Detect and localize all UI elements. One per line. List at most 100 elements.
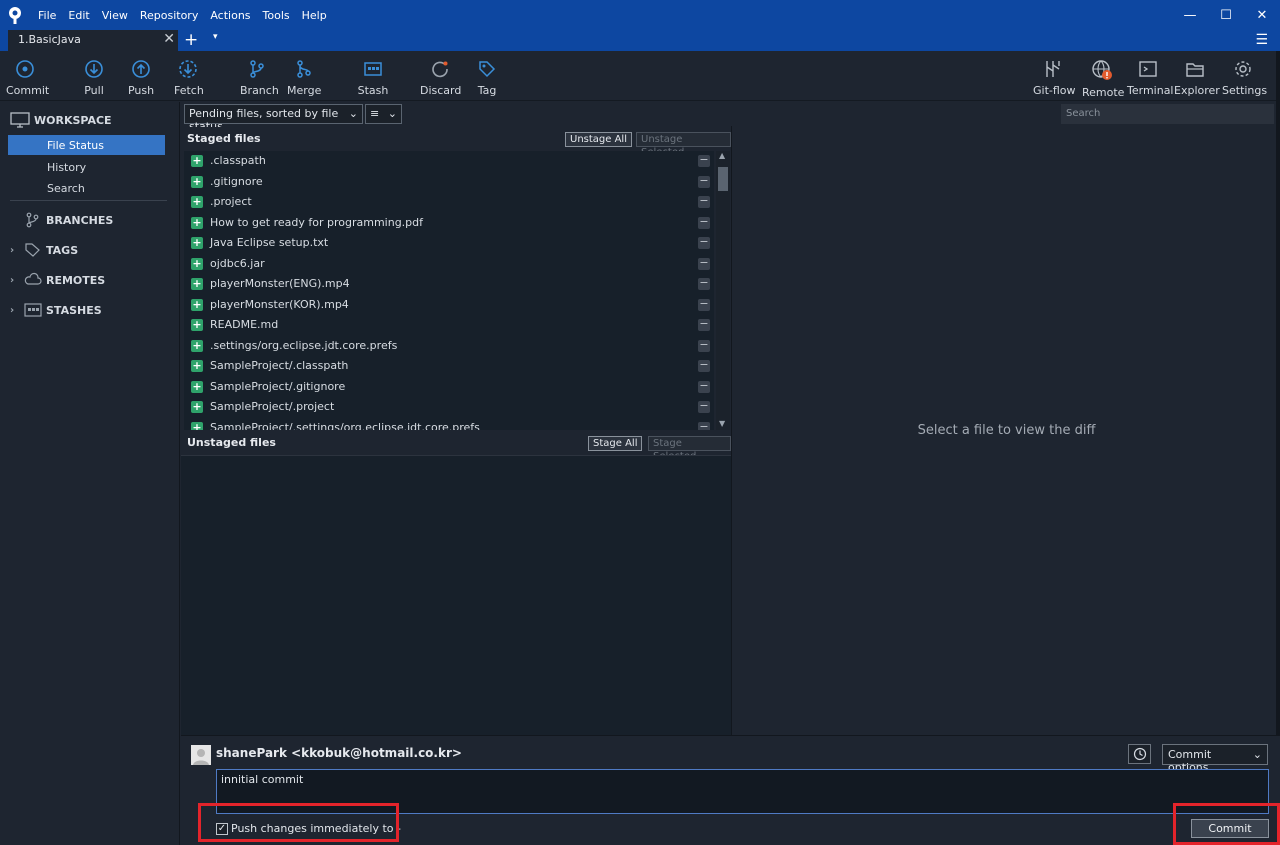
stage-selected-button[interactable]: Stage Selected bbox=[648, 436, 731, 462]
list-item[interactable]: + How to get ready for programming.pdf − bbox=[184, 213, 714, 233]
file-sort-dropdown[interactable]: Pending files, sorted by file status ⌄ bbox=[184, 104, 363, 133]
list-item[interactable]: + SampleProject/.settings/org.eclipse.jdt… bbox=[184, 418, 714, 431]
menu-bar: File Edit View Repository Actions Tools … bbox=[32, 9, 333, 22]
staged-scrollbar[interactable]: ▲ ▼ bbox=[716, 151, 730, 430]
branches-header[interactable]: BRANCHES bbox=[24, 212, 113, 228]
list-item[interactable]: + .project − bbox=[184, 192, 714, 212]
menu-edit[interactable]: Edit bbox=[62, 9, 95, 22]
unstage-file-icon[interactable]: − bbox=[698, 257, 710, 270]
added-status-icon: + bbox=[191, 236, 203, 249]
gitflow-button[interactable]: Git-flow bbox=[1033, 59, 1076, 97]
sidebar-item-search[interactable]: Search bbox=[8, 178, 165, 198]
tab-dropdown-icon[interactable]: ▾ bbox=[213, 32, 218, 42]
commit-history-button[interactable] bbox=[1128, 744, 1151, 764]
list-view-icon: ≡ bbox=[370, 107, 380, 120]
monitor-icon bbox=[10, 112, 30, 128]
list-item[interactable]: + .settings/org.eclipse.jdt.core.prefs − bbox=[184, 336, 714, 356]
scroll-thumb[interactable] bbox=[718, 167, 728, 191]
list-item[interactable]: + ojdbc6.jar − bbox=[184, 254, 714, 274]
highlight-push-option bbox=[198, 803, 399, 842]
chevron-right-icon: › bbox=[10, 304, 15, 316]
unstage-file-icon[interactable]: − bbox=[698, 216, 710, 229]
commit-options-dropdown[interactable]: Commit options... ⌄ bbox=[1162, 744, 1268, 774]
tag-button[interactable]: Tag bbox=[474, 59, 500, 97]
avatar bbox=[191, 745, 211, 765]
new-tab-button[interactable]: + bbox=[184, 30, 198, 50]
scroll-down-icon[interactable]: ▼ bbox=[719, 419, 725, 428]
unstage-file-icon[interactable]: − bbox=[698, 400, 710, 413]
unstage-file-icon[interactable]: − bbox=[698, 339, 710, 352]
view-mode-dropdown[interactable]: ≡ ⌄ bbox=[365, 104, 402, 124]
unstage-file-icon[interactable]: − bbox=[698, 195, 710, 208]
remotes-header[interactable]: › REMOTES bbox=[10, 272, 105, 288]
merge-button[interactable]: Merge bbox=[287, 59, 321, 97]
unstage-file-icon[interactable]: − bbox=[698, 298, 710, 311]
list-item[interactable]: + SampleProject/.gitignore − bbox=[184, 377, 714, 397]
push-button[interactable]: Push bbox=[127, 59, 155, 97]
push-label: Push bbox=[127, 84, 155, 97]
menu-view[interactable]: View bbox=[96, 9, 134, 22]
terminal-button[interactable]: Terminal bbox=[1127, 59, 1174, 97]
stage-all-button[interactable]: Stage All bbox=[588, 436, 643, 451]
unstage-selected-button[interactable]: Unstage Selected bbox=[636, 132, 731, 158]
search-input[interactable]: Search bbox=[1061, 104, 1274, 124]
menu-help[interactable]: Help bbox=[296, 9, 333, 22]
tag-label: Tag bbox=[477, 84, 497, 97]
unstage-file-icon[interactable]: − bbox=[698, 175, 710, 188]
list-item[interactable]: + .gitignore − bbox=[184, 172, 714, 192]
unstage-file-icon[interactable]: − bbox=[698, 154, 710, 167]
sidebar-divider bbox=[10, 200, 167, 201]
added-status-icon: + bbox=[191, 154, 203, 167]
discard-button[interactable]: Discard bbox=[420, 59, 461, 97]
unstage-all-button[interactable]: Unstage All bbox=[565, 132, 632, 147]
unstage-file-icon[interactable]: − bbox=[698, 277, 710, 290]
tab-basicjava[interactable]: 1.BasicJava ✕ bbox=[8, 30, 178, 51]
stash-button[interactable]: Stash bbox=[356, 59, 390, 97]
list-item[interactable]: + SampleProject/.classpath − bbox=[184, 356, 714, 376]
added-status-icon: + bbox=[191, 195, 203, 208]
remote-button[interactable]: Remote bbox=[1082, 59, 1124, 99]
unstage-file-icon[interactable]: − bbox=[698, 318, 710, 331]
list-item[interactable]: + README.md − bbox=[184, 315, 714, 335]
list-item[interactable]: + SampleProject/.project − bbox=[184, 397, 714, 417]
list-item[interactable]: + playerMonster(ENG).mp4 − bbox=[184, 274, 714, 294]
menu-tools[interactable]: Tools bbox=[257, 9, 296, 22]
sidebar-item-file-status[interactable]: File Status bbox=[8, 135, 165, 155]
explorer-button[interactable]: Explorer bbox=[1174, 59, 1220, 97]
sidebar-item-history[interactable]: History bbox=[8, 157, 165, 177]
maximize-button[interactable]: ☐ bbox=[1208, 0, 1244, 30]
stashes-header[interactable]: › STASHES bbox=[10, 302, 102, 318]
unstage-file-icon[interactable]: − bbox=[698, 236, 710, 249]
minimize-button[interactable]: — bbox=[1172, 0, 1208, 30]
unstage-file-icon[interactable]: − bbox=[698, 380, 710, 393]
fetch-button[interactable]: Fetch bbox=[174, 59, 204, 97]
menu-file[interactable]: File bbox=[32, 9, 62, 22]
list-item[interactable]: + Java Eclipse setup.txt − bbox=[184, 233, 714, 253]
file-name: SampleProject/.settings/org.eclipse.jdt.… bbox=[210, 420, 480, 431]
stash-icon bbox=[24, 303, 42, 317]
file-name: SampleProject/.gitignore bbox=[210, 379, 346, 393]
settings-button[interactable]: Settings bbox=[1222, 59, 1267, 97]
scroll-up-icon[interactable]: ▲ bbox=[719, 151, 725, 160]
close-window-button[interactable]: ✕ bbox=[1244, 0, 1280, 30]
list-item[interactable]: + playerMonster(KOR).mp4 − bbox=[184, 295, 714, 315]
file-name: How to get ready for programming.pdf bbox=[210, 215, 424, 229]
file-name: Java Eclipse setup.txt bbox=[210, 236, 329, 249]
unstage-file-icon[interactable]: − bbox=[698, 359, 710, 372]
menu-actions[interactable]: Actions bbox=[204, 9, 256, 22]
workspace-header[interactable]: WORKSPACE bbox=[10, 112, 112, 128]
hamburger-menu-icon[interactable]: ☰ bbox=[1255, 32, 1268, 48]
menu-repository[interactable]: Repository bbox=[134, 9, 205, 22]
file-name: ojdbc6.jar bbox=[210, 256, 265, 270]
explorer-label: Explorer bbox=[1174, 84, 1220, 97]
commit-toolbar-button[interactable]: Commit bbox=[6, 59, 49, 97]
terminal-icon bbox=[1139, 61, 1157, 77]
tab-close-icon[interactable]: ✕ bbox=[163, 31, 175, 47]
staged-files-list: + .classpath − + .gitignore − + .project − + How t… bbox=[184, 151, 714, 430]
unstage-file-icon[interactable]: − bbox=[698, 421, 710, 430]
tags-header[interactable]: › TAGS bbox=[10, 242, 78, 258]
branch-button[interactable]: Branch bbox=[240, 59, 279, 97]
pull-button[interactable]: Pull bbox=[80, 59, 108, 97]
title-bar: File Edit View Repository Actions Tools … bbox=[0, 0, 1280, 30]
list-item[interactable]: + .classpath − bbox=[184, 151, 714, 171]
